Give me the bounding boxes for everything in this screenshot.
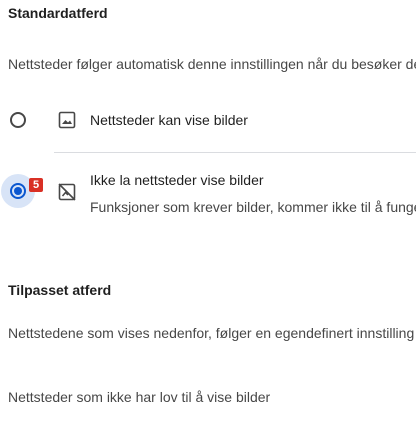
allow-images-radio[interactable] bbox=[10, 112, 26, 128]
custom-behavior-heading: Tilpasset atferd bbox=[8, 282, 112, 298]
default-behavior-heading: Standardatferd bbox=[8, 5, 108, 21]
image-icon bbox=[58, 111, 76, 129]
image-off-icon bbox=[58, 183, 76, 201]
not-allowed-heading: Nettsteder som ikke har lov til å vise b… bbox=[8, 389, 271, 405]
step-badge: 5 bbox=[29, 178, 43, 192]
divider bbox=[54, 152, 416, 153]
block-images-radio[interactable] bbox=[10, 183, 26, 199]
default-behavior-description: Nettsteder følger automatisk denne innst… bbox=[8, 56, 416, 72]
block-images-label: Ikke la nettsteder vise bilder bbox=[90, 172, 264, 188]
custom-behavior-description: Nettstedene som vises nedenfor, følger e… bbox=[8, 325, 415, 341]
allow-images-label: Nettsteder kan vise bilder bbox=[90, 112, 248, 128]
block-images-sublabel: Funksjoner som krever bilder, kommer ikk… bbox=[90, 199, 416, 215]
